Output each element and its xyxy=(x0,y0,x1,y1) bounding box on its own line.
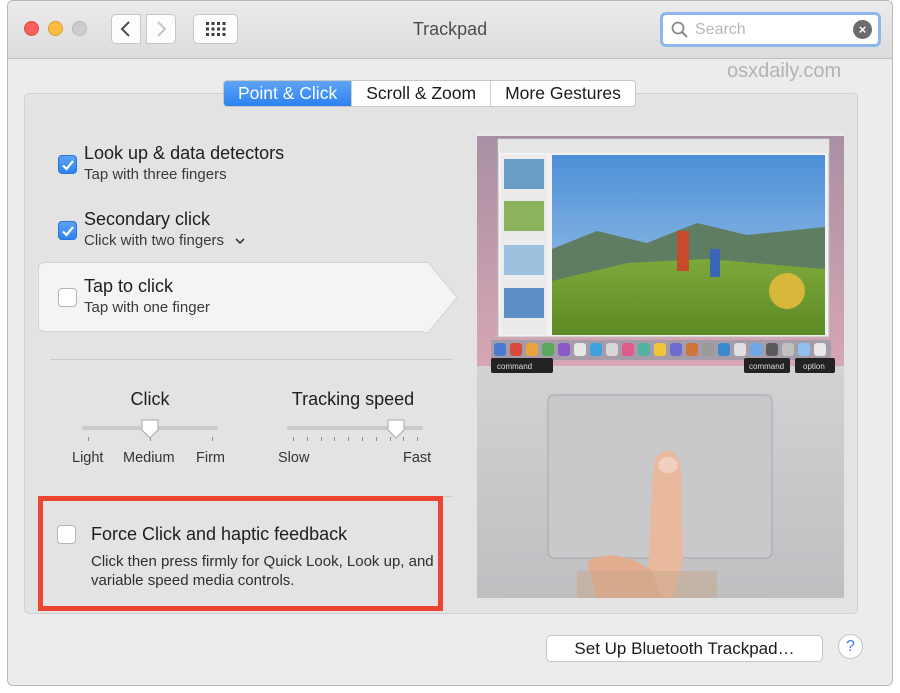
option-subtitle: Click with two fingers xyxy=(84,232,225,249)
dock-app-icon xyxy=(670,343,682,356)
dock-app-icon xyxy=(558,343,570,356)
tab-more-gestures[interactable]: More Gestures xyxy=(490,81,635,106)
divider xyxy=(50,359,453,360)
slider-tick xyxy=(362,437,363,441)
option-subtitle: Tap with one finger xyxy=(84,299,210,316)
dock-app-icon xyxy=(814,343,826,356)
slider-tick xyxy=(320,437,322,441)
slider-tick xyxy=(88,437,89,441)
dock-app-icon xyxy=(574,343,586,356)
tap-to-click-callout xyxy=(38,262,424,332)
watermark: osxdaily.com xyxy=(727,60,842,82)
click-max-label: Firm xyxy=(196,450,225,466)
clear-search-icon[interactable]: × xyxy=(853,20,872,39)
chevron-down-icon xyxy=(235,238,245,245)
click-mid-label: Medium xyxy=(123,450,175,466)
checkmark-icon xyxy=(62,160,74,171)
tab-scroll-zoom[interactable]: Scroll & Zoom xyxy=(351,81,490,106)
tab-bar: Point & Click Scroll & Zoom More Gesture… xyxy=(223,80,636,107)
tracking-slider-thumb[interactable] xyxy=(387,419,405,439)
dock-app-icon xyxy=(510,343,522,356)
dock-app-icon xyxy=(542,343,554,356)
dock-app-icon xyxy=(654,343,666,356)
force-click-title: Force Click and haptic feedback xyxy=(91,524,348,544)
force-click-checkbox[interactable] xyxy=(57,525,76,544)
callout-arrow xyxy=(423,262,458,333)
dock-app-icon xyxy=(526,343,538,356)
tracking-slider-label: Tracking speed xyxy=(291,389,415,409)
slider-tick xyxy=(306,437,308,441)
option-title: Tap to click xyxy=(84,276,174,296)
tab-point-click[interactable]: Point & Click xyxy=(224,81,352,106)
key-command-right: command xyxy=(749,362,784,371)
dock-app-icon xyxy=(590,343,602,356)
search-field[interactable]: Search × xyxy=(660,12,881,47)
slider-tick xyxy=(293,437,294,441)
slider-tick xyxy=(348,437,350,441)
dock-app-icon xyxy=(750,343,762,356)
dock-app-icon xyxy=(718,343,730,356)
checkmark-icon xyxy=(62,226,74,237)
force-click-description: Click then press firmly for Quick Look, … xyxy=(91,553,434,589)
dock-app-icon xyxy=(638,343,650,356)
tracking-min-label: Slow xyxy=(278,450,310,466)
click-slider-label: Click xyxy=(130,389,170,409)
dock-app-icon xyxy=(766,343,778,356)
slider-tick xyxy=(334,437,336,441)
title-bar: Trackpad Search × xyxy=(8,1,892,59)
dock-app-icon xyxy=(798,343,810,356)
tap-to-click-checkbox[interactable] xyxy=(58,288,77,307)
key-command-left: command xyxy=(497,362,532,371)
dock-app-icon xyxy=(494,343,506,356)
look-up-checkbox[interactable] xyxy=(58,155,77,174)
slider-tick xyxy=(417,437,419,441)
laptop-illustration: command command option xyxy=(477,131,844,598)
setup-bluetooth-trackpad-button[interactable]: Set Up Bluetooth Trackpad… xyxy=(546,635,823,662)
option-title: Secondary click xyxy=(84,209,211,229)
secondary-click-popup[interactable]: Click with two fingers xyxy=(84,232,245,249)
search-placeholder: Search xyxy=(695,21,746,38)
trackpad-preview-image: command command option xyxy=(477,131,844,598)
click-slider-thumb[interactable] xyxy=(141,419,159,439)
option-subtitle: Tap with three fingers xyxy=(84,166,227,183)
option-title: Look up & data detectors xyxy=(84,143,285,163)
slider-tick xyxy=(212,437,213,441)
dock-app-icon xyxy=(702,343,714,356)
dock-app-icon xyxy=(606,343,618,356)
secondary-click-checkbox[interactable] xyxy=(58,221,77,240)
dock-app-icon xyxy=(622,343,634,356)
key-option: option xyxy=(803,362,825,371)
dock-app-icon xyxy=(686,343,698,356)
click-min-label: Light xyxy=(72,450,104,466)
help-button[interactable]: ? xyxy=(838,634,863,659)
dock-app-icon xyxy=(782,343,794,356)
search-icon xyxy=(671,21,688,38)
tracking-max-label: Fast xyxy=(403,450,432,466)
slider-tick xyxy=(375,437,377,441)
dock-app-icon xyxy=(734,343,746,356)
